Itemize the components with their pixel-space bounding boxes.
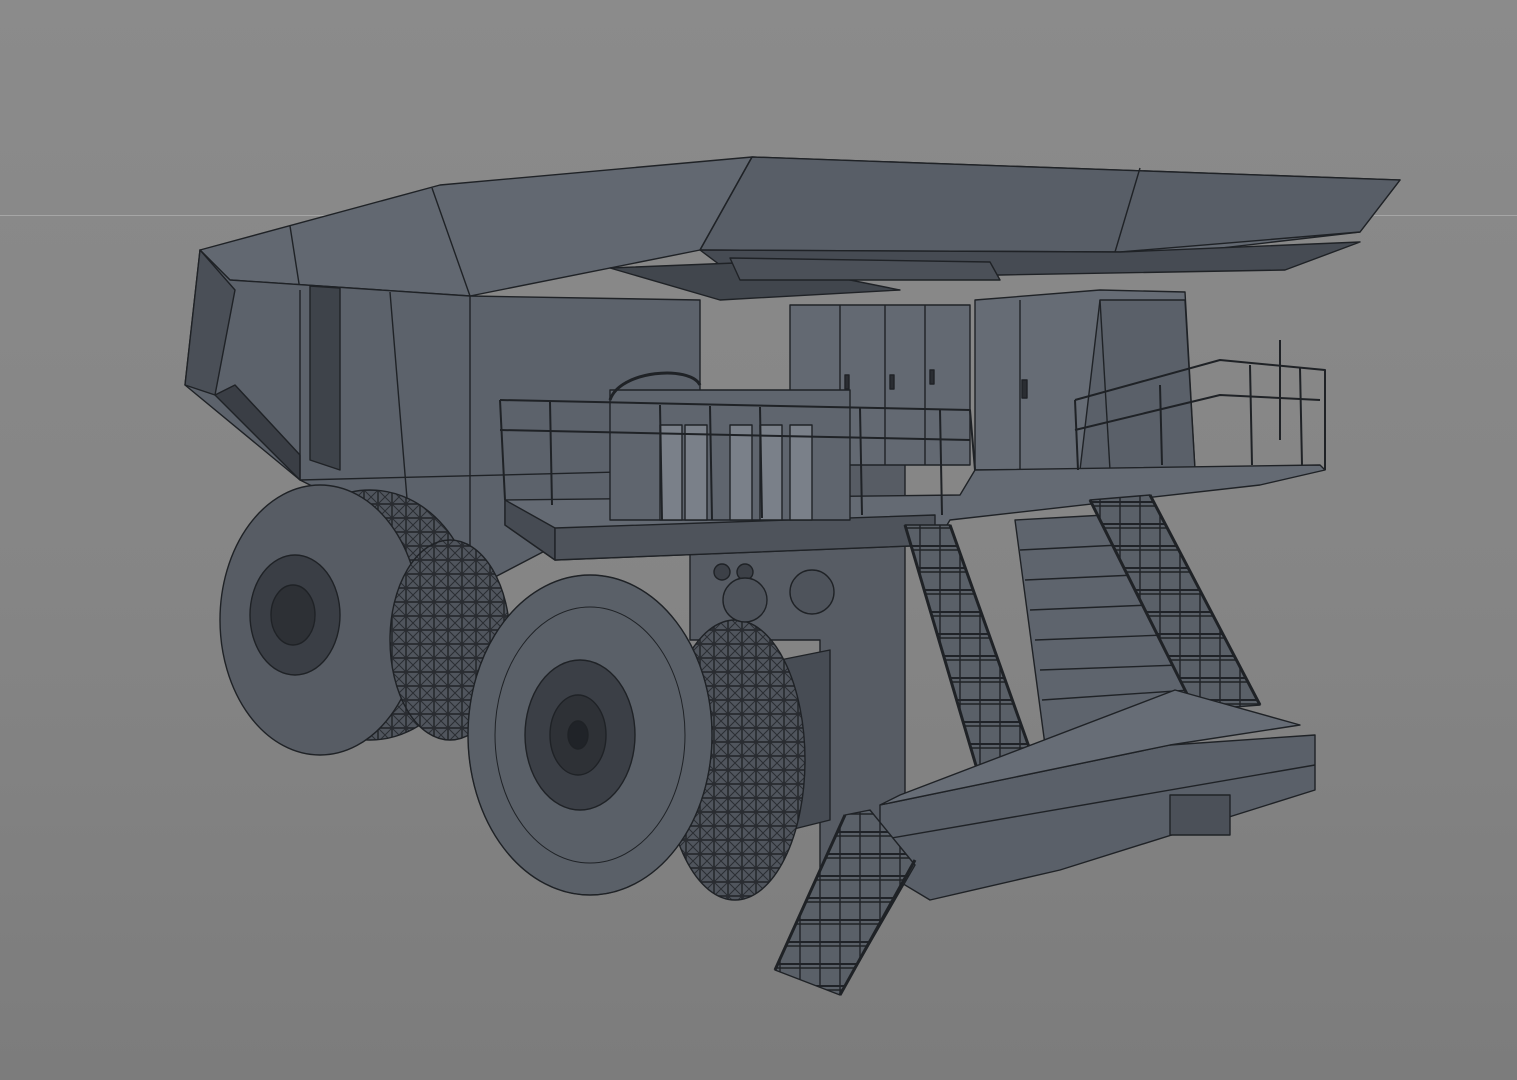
3d-viewport[interactable]	[0, 0, 1517, 1080]
haul-truck-wireframe-model[interactable]	[0, 0, 1517, 1080]
front-bumper[interactable]	[879, 689, 1316, 901]
